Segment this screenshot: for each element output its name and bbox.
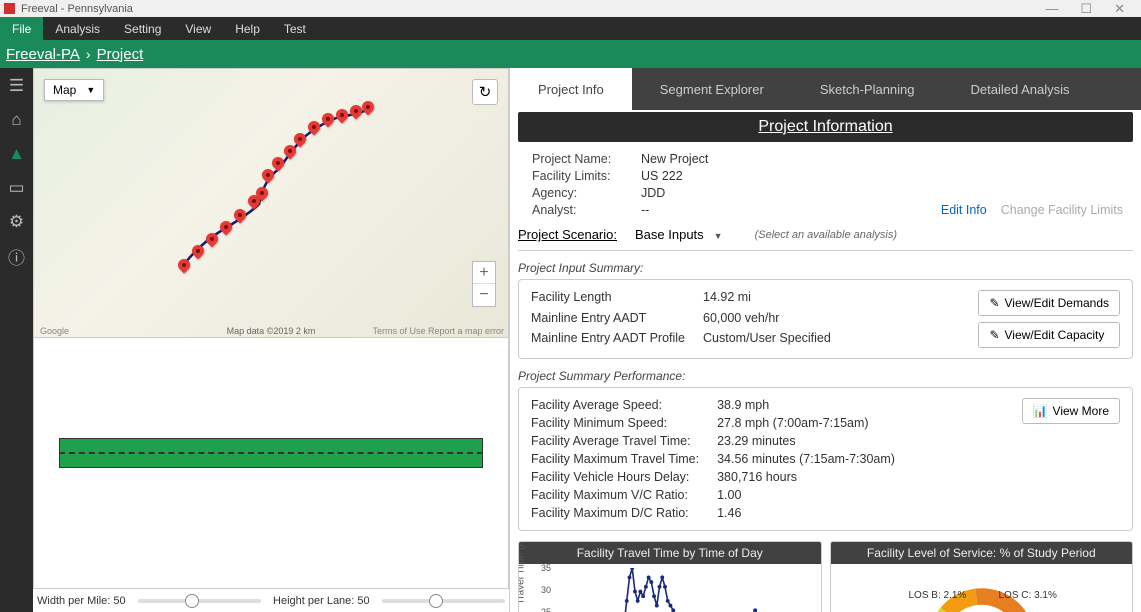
view-demands-button[interactable]: ✎View/Edit Demands: [978, 290, 1120, 316]
agency-label: Agency:: [532, 186, 627, 200]
kv-label: Facility Average Travel Time:: [531, 434, 699, 448]
width-label: Width per Mile: 50: [37, 595, 126, 607]
performance-panel: Facility Average Speed: 38.9 mph Facility …: [518, 387, 1133, 531]
gear-icon[interactable]: ⚙: [7, 212, 27, 232]
close-icon[interactable]: ✕: [1114, 1, 1125, 17]
menubar: File Analysis Setting View Help Test: [0, 17, 1141, 40]
kv-label: Facility Average Speed:: [531, 398, 699, 412]
kv-value: 60,000 veh/hr: [703, 311, 831, 328]
view-more-button[interactable]: 📊View More: [1022, 398, 1120, 424]
view-capacity-button[interactable]: ✎View/Edit Capacity: [978, 322, 1120, 348]
facility-limits-label: Facility Limits:: [532, 169, 627, 183]
tabs: Project Info Segment Explorer Sketch-Pla…: [510, 68, 1141, 110]
chevron-right-icon: ›: [86, 46, 91, 62]
kv-value: 14.92 mi: [703, 290, 831, 307]
diagram-sliders: Width per Mile: 50 Height per Lane: 50: [33, 589, 509, 612]
chart-icon: 📊: [1033, 404, 1048, 418]
kv-value: Custom/User Specified: [703, 331, 831, 348]
breadcrumb-root[interactable]: Freeval-PA: [6, 46, 80, 63]
edit-icon: ✎: [989, 296, 999, 310]
input-summary-panel: Facility Length 14.92 mi Mainline Entry AA…: [518, 279, 1133, 359]
sidebar: ☰ ⌂ ▲ ▭ ⚙ ⓘ: [0, 68, 33, 612]
travel-time-chart: Facility Travel Time by Time of Day 1520…: [518, 541, 822, 612]
tab-detailed-analysis[interactable]: Detailed Analysis: [943, 68, 1098, 110]
zoom-out-button[interactable]: −: [473, 284, 495, 306]
height-label: Height per Lane: 50: [273, 595, 370, 607]
tab-project-info[interactable]: Project Info: [510, 68, 632, 110]
refresh-icon[interactable]: ↻: [472, 79, 498, 105]
kv-label: Facility Length: [531, 290, 685, 307]
minimize-icon[interactable]: —: [1045, 1, 1058, 17]
kv-label: Facility Maximum V/C Ratio:: [531, 488, 699, 502]
kv-value: 23.29 minutes: [717, 434, 895, 448]
kv-value: 27.8 mph (7:00am-7:15am): [717, 416, 895, 430]
menu-analysis[interactable]: Analysis: [43, 17, 112, 40]
maximize-icon[interactable]: ☐: [1080, 1, 1092, 17]
kv-value: 34.56 minutes (7:15am-7:30am): [717, 452, 895, 466]
road-icon[interactable]: ▲: [7, 144, 27, 164]
scenario-select[interactable]: Base Inputs: [631, 225, 741, 244]
scenario-hint: (Select an available analysis): [755, 229, 897, 241]
kv-value: 1.00: [717, 488, 895, 502]
edit-icon: ✎: [989, 328, 999, 342]
kv-value: 38.9 mph: [717, 398, 895, 412]
kv-label: Facility Maximum D/C Ratio:: [531, 506, 699, 520]
tab-segment-explorer[interactable]: Segment Explorer: [632, 68, 792, 110]
breadcrumb-page[interactable]: Project: [97, 46, 144, 63]
menu-help[interactable]: Help: [223, 17, 272, 40]
kv-label: Facility Vehicle Hours Delay:: [531, 470, 699, 484]
info-icon[interactable]: ⓘ: [7, 246, 27, 266]
facility-diagram[interactable]: [33, 338, 509, 589]
donut-label: LOS B: 2.1%: [909, 590, 967, 601]
tab-sketch-planning[interactable]: Sketch-Planning: [792, 68, 943, 110]
titlebar: Freeval - Pennsylvania — ☐ ✕: [0, 0, 1141, 17]
menu-test[interactable]: Test: [272, 17, 318, 40]
map[interactable]: Map▼ ↻ + − Google Map data ©2019 2 km Te…: [33, 68, 509, 338]
zoom-in-button[interactable]: +: [473, 262, 495, 284]
kv-label: Mainline Entry AADT: [531, 311, 685, 328]
project-name-value: New Project: [641, 152, 927, 166]
analyst-label: Analyst:: [532, 203, 627, 217]
change-limits-link[interactable]: Change Facility Limits: [1001, 203, 1123, 217]
menu-file[interactable]: File: [0, 17, 43, 40]
chevron-down-icon: ▼: [86, 85, 95, 95]
kv-label: Facility Minimum Speed:: [531, 416, 699, 430]
hamburger-icon[interactable]: ☰: [7, 76, 27, 96]
map-attribution: Google: [40, 326, 69, 336]
kv-label: Facility Maximum Travel Time:: [531, 452, 699, 466]
edit-info-link[interactable]: Edit Info: [941, 203, 987, 217]
agency-value: JDD: [641, 186, 927, 200]
app-logo: [4, 3, 15, 14]
menu-view[interactable]: View: [173, 17, 223, 40]
map-icon[interactable]: ▭: [7, 178, 27, 198]
project-name-label: Project Name:: [532, 152, 627, 166]
input-summary-title: Project Input Summary:: [518, 261, 1133, 275]
scenario-label: Project Scenario:: [518, 227, 617, 242]
window-title: Freeval - Pennsylvania: [21, 3, 133, 15]
map-zoom: + −: [472, 261, 496, 307]
los-chart: Facility Level of Service: % of Study Pe…: [830, 541, 1134, 612]
map-mode-select[interactable]: Map▼: [44, 79, 104, 101]
menu-setting[interactable]: Setting: [112, 17, 173, 40]
map-terms[interactable]: Terms of Use Report a map error: [372, 326, 504, 336]
width-slider[interactable]: [138, 599, 261, 603]
map-scale: Map data ©2019 2 km: [227, 326, 316, 336]
kv-value: 1.46: [717, 506, 895, 520]
breadcrumb: Freeval-PA › Project: [0, 40, 1141, 68]
home-icon[interactable]: ⌂: [7, 110, 27, 130]
facility-limits-value: US 222: [641, 169, 927, 183]
height-slider[interactable]: [382, 599, 505, 603]
analyst-value: --: [641, 203, 927, 217]
performance-title: Project Summary Performance:: [518, 369, 1133, 383]
kv-value: 380,716 hours: [717, 470, 895, 484]
page-title: Project Information: [518, 112, 1133, 142]
donut-label: LOS C: 3.1%: [999, 590, 1057, 601]
kv-label: Mainline Entry AADT Profile: [531, 331, 685, 348]
